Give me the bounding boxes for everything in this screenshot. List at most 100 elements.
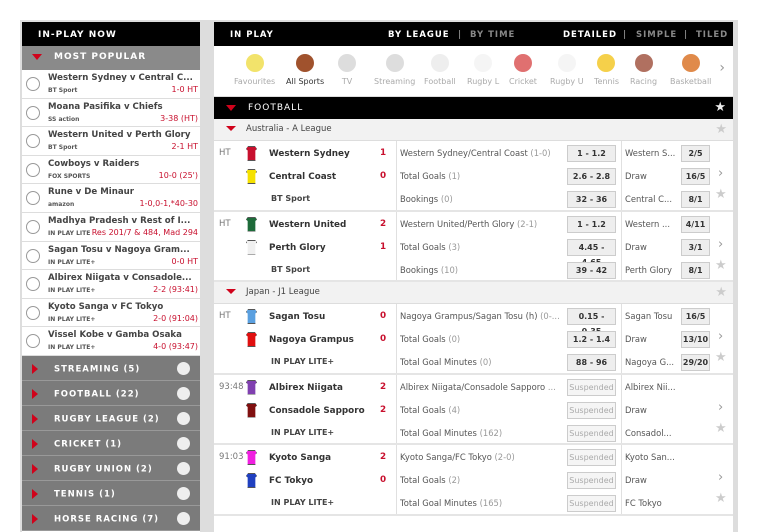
- selection-odds-button[interactable]: 4/11: [681, 215, 710, 233]
- sport-filter-football[interactable]: Football: [424, 54, 456, 86]
- market-odds-button[interactable]: 1 - 1.2: [567, 215, 616, 233]
- market-odds-button[interactable]: 88 - 96: [567, 354, 616, 371]
- sport-label: Rugby U: [550, 77, 584, 86]
- market-odds-button[interactable]: Suspended: [567, 495, 616, 512]
- sport-filter-racing[interactable]: Racing: [630, 54, 657, 86]
- market-detail: (3): [448, 241, 461, 252]
- popular-event[interactable]: Western Sydney v Central C... BT Sport 1…: [22, 70, 200, 99]
- popular-event[interactable]: Rune v De Minaur amazon 1-0,0-1,*40-30: [22, 184, 200, 213]
- event-score: 2-1 HT: [171, 142, 198, 152]
- match-row[interactable]: HT Sagan Tosu Nagoya Grampus 0 0 IN PLAY…: [214, 304, 733, 375]
- football-section-header[interactable]: FOOTBALL ★: [214, 97, 733, 119]
- view-detailed[interactable]: DETAILED: [563, 30, 617, 40]
- view-simple[interactable]: SIMPLE: [636, 30, 677, 40]
- sport-icon: [430, 54, 449, 72]
- star-icon[interactable]: ★: [715, 491, 727, 506]
- selection-odds-button[interactable]: 2/5: [681, 145, 710, 162]
- chevron-right-icon[interactable]: ›: [718, 166, 723, 181]
- market-odds-button[interactable]: 4.45 - 4.65: [567, 238, 616, 267]
- sport-filter-basketball[interactable]: Basketball: [670, 54, 711, 86]
- selection-name: Draw: [625, 404, 647, 415]
- broadcaster-logo: BT Sport: [48, 87, 78, 94]
- market-detail: (1-0): [530, 148, 551, 158]
- caret-down-icon: [226, 104, 236, 111]
- sport-filter-tv[interactable]: TV: [338, 54, 356, 86]
- sport-filter-favourites[interactable]: Favourites: [234, 54, 275, 86]
- match-row[interactable]: HT Western United Perth Glory 2 1 BT Spo…: [214, 211, 733, 282]
- star-icon[interactable]: ★: [715, 187, 727, 202]
- tab-by-league[interactable]: BY LEAGUE: [388, 30, 450, 40]
- selection-odds-button[interactable]: 13/10: [681, 331, 710, 348]
- sport-filter-rugby-u[interactable]: Rugby U: [550, 54, 584, 86]
- sport-filter-all-sports[interactable]: All Sports: [286, 54, 324, 86]
- popular-event[interactable]: Sagan Tosu v Nagoya Gram... IN PLAY LITE…: [22, 242, 200, 271]
- sidebar-category[interactable]: RUGBY LEAGUE (2): [22, 405, 200, 431]
- league-header[interactable]: Australia - A League ★: [214, 119, 733, 141]
- chevron-right-icon[interactable]: ›: [719, 60, 725, 76]
- sport-filter-tennis[interactable]: Tennis: [594, 54, 619, 86]
- away-team: Perth Glory: [246, 239, 386, 255]
- star-icon[interactable]: ★: [715, 258, 727, 273]
- market-odds-button[interactable]: Suspended: [567, 378, 616, 396]
- market-odds-button[interactable]: 2.6 - 2.8: [567, 168, 616, 185]
- match-row[interactable]: 91:03 Kyoto Sanga FC Tokyo 2 0 IN PLAY L…: [214, 445, 733, 516]
- selection-odds-button[interactable]: 8/1: [681, 191, 710, 208]
- view-tiled[interactable]: TILED: [696, 30, 728, 40]
- broadcaster-logo: IN PLAY LITE: [48, 229, 91, 237]
- selection-odds-button[interactable]: 8/1: [681, 261, 710, 279]
- star-icon[interactable]: ★: [715, 122, 727, 137]
- match-row[interactable]: HT Western Sydney Central Coast 1 0 BT S…: [214, 141, 733, 212]
- sidebar-category[interactable]: FOOTBALL (22): [22, 380, 200, 406]
- star-icon[interactable]: ★: [715, 350, 727, 365]
- chevron-right-icon[interactable]: ›: [718, 470, 723, 485]
- market-odds-button[interactable]: 32 - 36: [567, 191, 616, 208]
- chevron-right-icon[interactable]: ›: [718, 237, 723, 252]
- selection-odds-button[interactable]: 16/5: [681, 168, 710, 185]
- market-odds-button[interactable]: Suspended: [567, 424, 616, 442]
- market-odds-button[interactable]: Suspended: [567, 401, 616, 419]
- star-icon[interactable]: ★: [714, 100, 727, 115]
- sidebar-category[interactable]: RUGBY UNION (2): [22, 455, 200, 481]
- kit-icon: [246, 309, 257, 324]
- sport-filter-cricket[interactable]: Cricket: [509, 54, 537, 86]
- league-header[interactable]: Japan - J1 League ★: [214, 282, 733, 304]
- match-row[interactable]: 93:48 Albirex Niigata Consadole Sapporo …: [214, 374, 733, 445]
- star-icon[interactable]: ★: [715, 285, 727, 300]
- match-clock: 93:48: [219, 381, 244, 392]
- sport-filter-streaming[interactable]: Streaming: [374, 54, 415, 86]
- popular-event[interactable]: Madhya Pradesh v Rest of I... IN PLAY LI…: [22, 213, 200, 242]
- star-icon[interactable]: ★: [715, 421, 727, 436]
- chevron-right-icon[interactable]: ›: [718, 329, 723, 344]
- divider: [396, 211, 397, 280]
- sidebar-category[interactable]: STREAMING (5): [22, 355, 200, 381]
- selection-odds-button[interactable]: 29/20: [681, 354, 710, 371]
- sidebar-category[interactable]: CRICKET (1): [22, 430, 200, 456]
- market-odds-button[interactable]: Suspended: [567, 472, 616, 489]
- broadcaster-logo: amazon: [48, 201, 75, 209]
- chevron-right-icon[interactable]: ›: [718, 400, 723, 415]
- popular-event[interactable]: Kyoto Sanga v FC Tokyo IN PLAY LITE+ 2-0…: [22, 299, 200, 328]
- market-odds-button[interactable]: Suspended: [567, 449, 616, 466]
- sport-filter-rugby-l[interactable]: Rugby L: [467, 54, 499, 86]
- tab-by-time[interactable]: BY TIME: [470, 30, 515, 40]
- popular-event[interactable]: Cowboys v Raiders FOX SPORTS 10-0 (25'): [22, 156, 200, 185]
- popular-event[interactable]: Western United v Perth Glory BT Sport 2-…: [22, 127, 200, 156]
- market-name: Total Goal Minutes (0): [400, 357, 492, 367]
- selection-odds-button[interactable]: 3/1: [681, 238, 710, 256]
- most-popular-toggle[interactable]: MOST POPULAR: [22, 46, 200, 70]
- popular-event[interactable]: Vissel Kobe v Gamba Osaka IN PLAY LITE+ …: [22, 327, 200, 356]
- market-odds-button[interactable]: 0.15 - 0.35: [567, 308, 616, 336]
- tennis-icon: [26, 191, 40, 206]
- in-play-sidebar: IN-PLAY NOW MOST POPULAR Western Sydney …: [22, 22, 200, 532]
- popular-event[interactable]: Albirex Niigata v Consadole... IN PLAY L…: [22, 270, 200, 299]
- market-detail: (0): [479, 357, 492, 367]
- selection-name: Draw: [625, 475, 647, 485]
- kit-icon: [246, 379, 257, 395]
- market-odds-button[interactable]: 1 - 1.2: [567, 145, 616, 162]
- market-odds-button[interactable]: 1.2 - 1.4: [567, 331, 616, 348]
- market-odds-button[interactable]: 39 - 42: [567, 261, 616, 279]
- popular-event[interactable]: Moana Pasifika v Chiefs SS action 3-38 (…: [22, 99, 200, 128]
- sidebar-category[interactable]: HORSE RACING (7): [22, 505, 200, 531]
- sidebar-category[interactable]: TENNIS (1): [22, 480, 200, 506]
- selection-odds-button[interactable]: 16/5: [681, 308, 710, 325]
